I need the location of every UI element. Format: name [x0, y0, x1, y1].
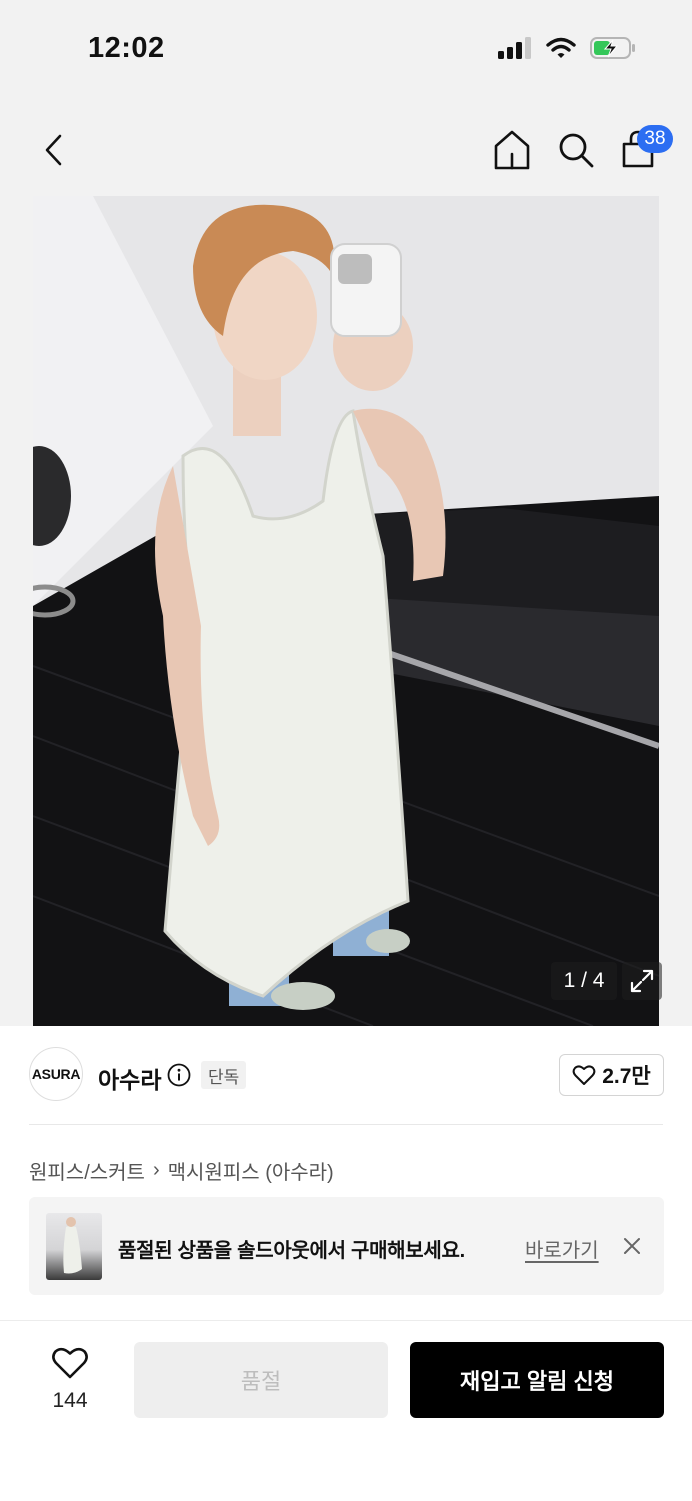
restock-alert-button[interactable]: 재입고 알림 신청 — [410, 1342, 664, 1418]
heart-icon — [572, 1065, 596, 1085]
brand-name[interactable]: 아수라 — [98, 1061, 161, 1095]
search-button[interactable] — [556, 128, 596, 172]
banner-close-button[interactable] — [620, 1234, 644, 1258]
breadcrumb-category[interactable]: 원피스/스커트 — [29, 1156, 145, 1185]
info-icon — [167, 1063, 191, 1087]
status-time: 12:02 — [88, 32, 165, 64]
brand-info-button[interactable] — [167, 1063, 191, 1087]
cart-count-badge: 38 — [637, 125, 673, 153]
brand-like-count: 2.7만 — [602, 1065, 651, 1088]
product-photo-illustration — [33, 196, 659, 1026]
banner-text: 품절된 상품을 솔드아웃에서 구매해보세요. — [118, 1240, 465, 1262]
soldout-button[interactable]: 품절 — [134, 1342, 388, 1418]
home-button[interactable] — [492, 128, 532, 172]
battery-icon — [590, 37, 635, 59]
soldout-banner: 품절된 상품을 솔드아웃에서 구매해보세요. 바로가기 — [29, 1197, 664, 1295]
breadcrumb-separator: › — [152, 1159, 160, 1181]
brand-like-button[interactable]: 2.7만 — [559, 1054, 664, 1096]
banner-thumbnail-illustration — [63, 1217, 82, 1274]
brand-logo[interactable]: ASURA — [29, 1047, 83, 1101]
exclusive-tag: 단독 — [201, 1061, 247, 1089]
expand-icon — [630, 969, 654, 993]
wifi-icon — [546, 37, 576, 58]
home-icon — [494, 130, 530, 170]
image-counter: 1 / 4 — [551, 962, 617, 1000]
expand-image-button[interactable] — [622, 962, 662, 1000]
banner-link[interactable]: 바로가기 — [525, 1234, 599, 1263]
heart-icon — [52, 1347, 88, 1379]
back-button[interactable] — [34, 128, 74, 172]
back-icon — [45, 134, 62, 166]
wishlist-count: 144 — [52, 1389, 88, 1412]
breadcrumb-subcategory[interactable]: 맥시원피스 (아수라) — [168, 1156, 334, 1185]
close-icon — [624, 1238, 640, 1254]
product-image[interactable] — [33, 196, 659, 1026]
banner-thumbnail — [46, 1213, 102, 1280]
search-icon — [559, 133, 594, 168]
status-icons — [498, 36, 636, 60]
wishlist-button[interactable]: 144 — [30, 1342, 110, 1418]
divider — [29, 1124, 663, 1125]
breadcrumb: 원피스/스커트 › 맥시원피스 (아수라) — [29, 1156, 334, 1185]
signal-icon — [498, 37, 531, 59]
